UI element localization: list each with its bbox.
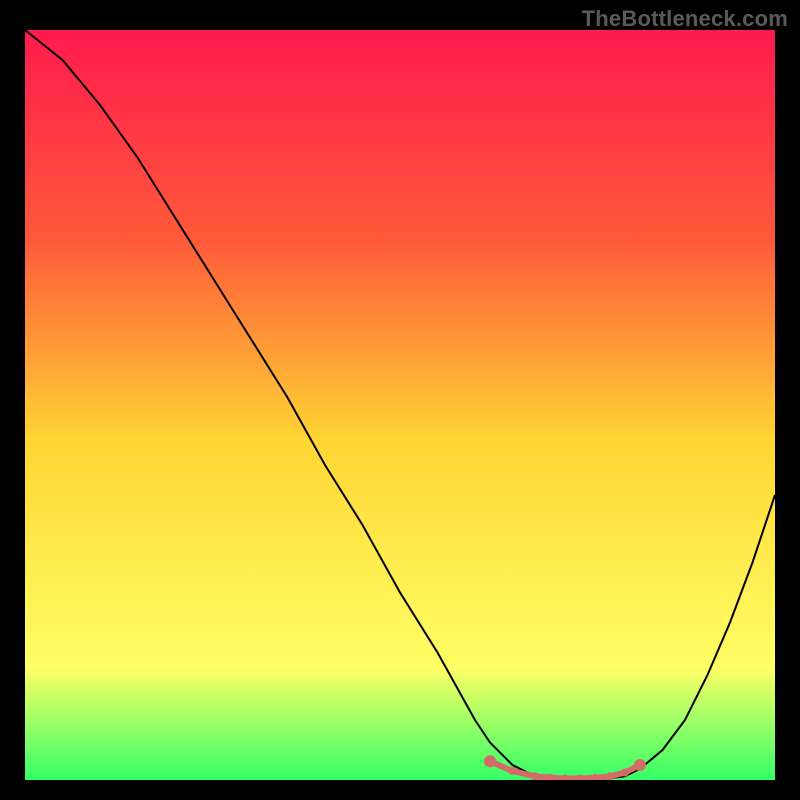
- optimal-dot: [484, 755, 496, 767]
- chart-frame: TheBottleneck.com: [0, 0, 800, 800]
- chart-svg: [25, 30, 775, 780]
- watermark-text: TheBottleneck.com: [582, 6, 788, 32]
- optimal-dot: [606, 772, 614, 780]
- optimal-dot: [621, 769, 629, 777]
- plot-area: [25, 30, 775, 780]
- gradient-background: [25, 30, 775, 780]
- optimal-dot: [531, 772, 539, 780]
- optimal-dot: [634, 759, 646, 771]
- optimal-dot: [509, 767, 517, 775]
